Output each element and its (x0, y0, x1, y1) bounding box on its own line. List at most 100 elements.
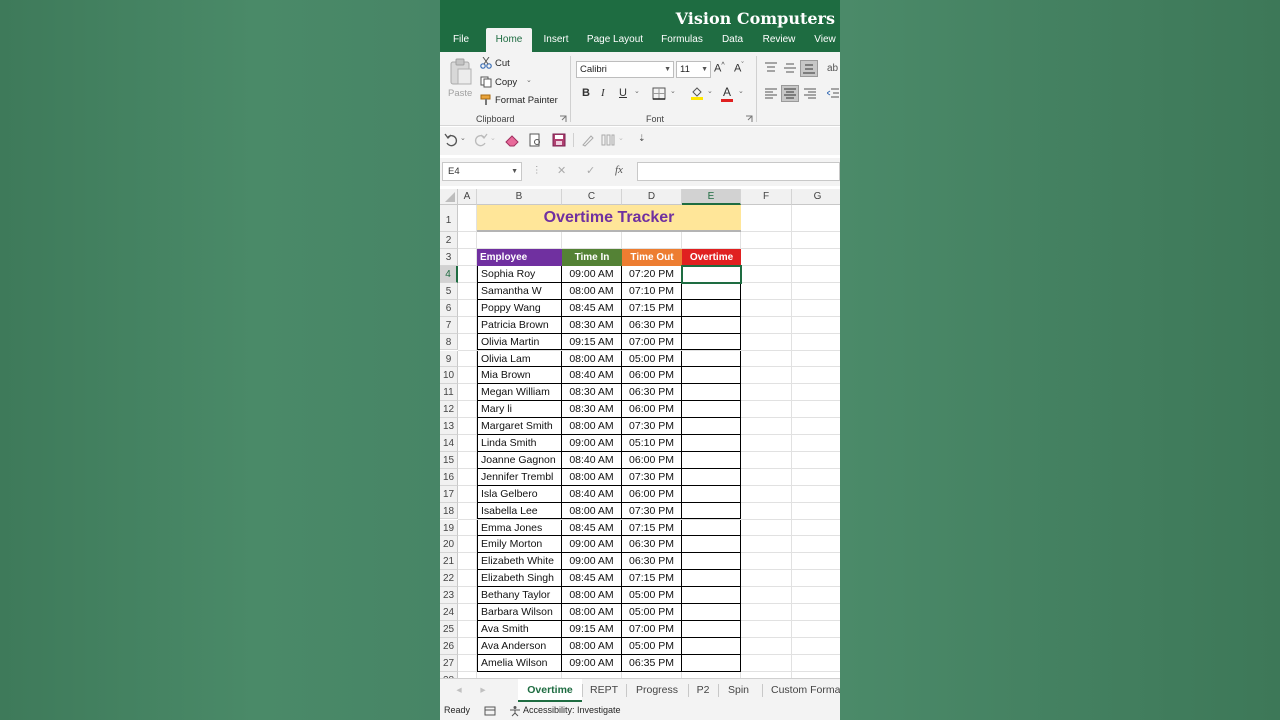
cell-time-out[interactable]: 05:10 PM (622, 435, 682, 452)
undo-dropdown-icon[interactable]: ⌄ (460, 134, 466, 142)
cell-employee[interactable]: Olivia Lam (477, 350, 562, 368)
cell-time-out[interactable]: 06:30 PM (622, 553, 682, 571)
row-header-20[interactable]: 20 (440, 536, 458, 554)
cell-employee[interactable]: Elizabeth White (477, 553, 562, 571)
copy-dropdown-icon[interactable]: ⌄ (526, 76, 532, 84)
cell-employee[interactable]: Ava Smith (477, 620, 562, 638)
cell-time-in[interactable]: 08:00 AM (562, 418, 622, 435)
sheet-title[interactable]: Overtime Tracker (477, 205, 741, 232)
row-header-25[interactable]: 25 (440, 620, 458, 638)
cell-employee[interactable]: Joanne Gagnon (477, 451, 562, 469)
column-header-g[interactable]: G (792, 189, 840, 205)
cell-time-out[interactable]: 06:30 PM (622, 384, 682, 402)
row-header-18[interactable]: 18 (440, 502, 458, 520)
print-preview-icon[interactable] (529, 133, 542, 147)
cell-employee[interactable]: Bethany Taylor (477, 587, 562, 604)
cell-overtime[interactable] (682, 350, 741, 368)
cell-employee[interactable]: Isabella Lee (477, 502, 562, 520)
cell-overtime[interactable] (682, 485, 741, 503)
accessibility-icon[interactable] (509, 705, 521, 717)
row-header-19[interactable]: 19 (440, 519, 458, 537)
undo-icon[interactable] (444, 133, 458, 147)
orientation-icon[interactable]: ab (827, 60, 840, 74)
row-header-4[interactable]: 4 (440, 266, 458, 283)
insert-function-button[interactable]: fx (615, 164, 623, 176)
cell-employee[interactable]: Margaret Smith (477, 418, 562, 435)
cell-employee[interactable]: Samantha W (477, 282, 562, 300)
cell-overtime[interactable] (682, 570, 741, 588)
paste-button[interactable]: Paste (446, 56, 476, 104)
tab-home[interactable]: Home (486, 28, 532, 52)
font-name-select[interactable]: Calibri ▼ (576, 61, 674, 78)
draw-icon[interactable] (581, 133, 595, 147)
column-header-d[interactable]: D (622, 189, 682, 205)
cell-overtime[interactable] (682, 299, 741, 317)
cell-time-in[interactable]: 08:30 AM (562, 384, 622, 402)
cell-overtime[interactable] (682, 587, 741, 604)
redo-icon[interactable] (474, 133, 488, 147)
row-header-13[interactable]: 13 (440, 418, 458, 435)
sheet-tab-p2[interactable]: P2 (691, 679, 715, 702)
decrease-font-button[interactable]: Aˇ (734, 62, 744, 75)
cell-time-out[interactable]: 07:10 PM (622, 282, 682, 300)
cell-time-in[interactable]: 08:30 AM (562, 316, 622, 334)
row-header-21[interactable]: 21 (440, 553, 458, 571)
header-time-in[interactable]: Time In (562, 249, 622, 266)
cell-time-in[interactable]: 08:00 AM (562, 604, 622, 621)
increase-font-button[interactable]: A^ (714, 62, 725, 75)
cell-overtime[interactable] (682, 519, 741, 537)
cell-overtime[interactable] (682, 333, 741, 351)
cell-employee[interactable]: Barbara Wilson (477, 604, 562, 621)
cell-time-out[interactable]: 07:30 PM (622, 502, 682, 520)
name-box[interactable]: E4 ▼ (442, 162, 522, 181)
row-header-16[interactable]: 16 (440, 468, 458, 486)
row-header-22[interactable]: 22 (440, 570, 458, 588)
cell-overtime[interactable] (682, 282, 741, 300)
cell-time-in[interactable]: 09:00 AM (562, 435, 622, 452)
macro-record-icon[interactable] (484, 706, 496, 716)
align-right-icon[interactable] (803, 88, 817, 100)
format-painter-button[interactable]: Format Painter (495, 95, 558, 106)
row-header-15[interactable]: 15 (440, 451, 458, 469)
clipboard-launcher-icon[interactable] (559, 115, 567, 123)
copy-button[interactable]: Copy (495, 77, 517, 88)
cell-employee[interactable]: Emily Morton (477, 536, 562, 554)
align-center-button[interactable] (781, 85, 799, 102)
font-launcher-icon[interactable] (745, 115, 753, 123)
cell-time-out[interactable]: 07:30 PM (622, 418, 682, 435)
underline-button[interactable]: U (619, 87, 627, 99)
cell-time-out[interactable]: 05:00 PM (622, 637, 682, 655)
enter-icon[interactable]: ✓ (586, 164, 595, 177)
redo-dropdown-icon[interactable]: ⌄ (490, 134, 496, 142)
column-header-a[interactable]: A (458, 189, 477, 205)
cell-time-out[interactable]: 07:15 PM (622, 519, 682, 537)
cell-overtime[interactable] (682, 384, 741, 402)
row-header-17[interactable]: 17 (440, 485, 458, 503)
cell-employee[interactable]: Jennifer Trembl (477, 468, 562, 486)
row-header-6[interactable]: 6 (440, 299, 458, 317)
cell-time-in[interactable]: 08:45 AM (562, 570, 622, 588)
cell-time-in[interactable]: 08:40 AM (562, 367, 622, 385)
align-left-icon[interactable] (764, 88, 778, 100)
cell-overtime[interactable] (682, 468, 741, 486)
cell-time-in[interactable]: 08:40 AM (562, 485, 622, 503)
eraser-icon[interactable] (505, 134, 520, 147)
row-header-5[interactable]: 5 (440, 282, 458, 300)
row-header-2[interactable]: 2 (440, 232, 458, 249)
row-header-11[interactable]: 11 (440, 384, 458, 402)
cell-overtime[interactable] (682, 553, 741, 571)
cell-overtime[interactable] (682, 367, 741, 385)
cell-time-in[interactable]: 09:15 AM (562, 333, 622, 351)
underline-dropdown-icon[interactable]: ⌄ (634, 87, 640, 95)
customize-qat-icon[interactable]: ⇣ (638, 133, 646, 144)
cell-time-out[interactable]: 07:20 PM (622, 266, 682, 283)
formula-input[interactable] (637, 162, 840, 181)
header-employee[interactable]: Employee (477, 249, 562, 266)
align-middle-icon[interactable] (783, 62, 797, 74)
cell-overtime[interactable] (682, 502, 741, 520)
cell-time-out[interactable]: 07:15 PM (622, 299, 682, 317)
font-color-dropdown-icon[interactable]: ⌄ (738, 87, 744, 95)
cell-time-out[interactable]: 07:00 PM (622, 620, 682, 638)
tab-page-layout[interactable]: Page Layout (586, 28, 644, 52)
cell-time-in[interactable]: 08:30 AM (562, 401, 622, 419)
